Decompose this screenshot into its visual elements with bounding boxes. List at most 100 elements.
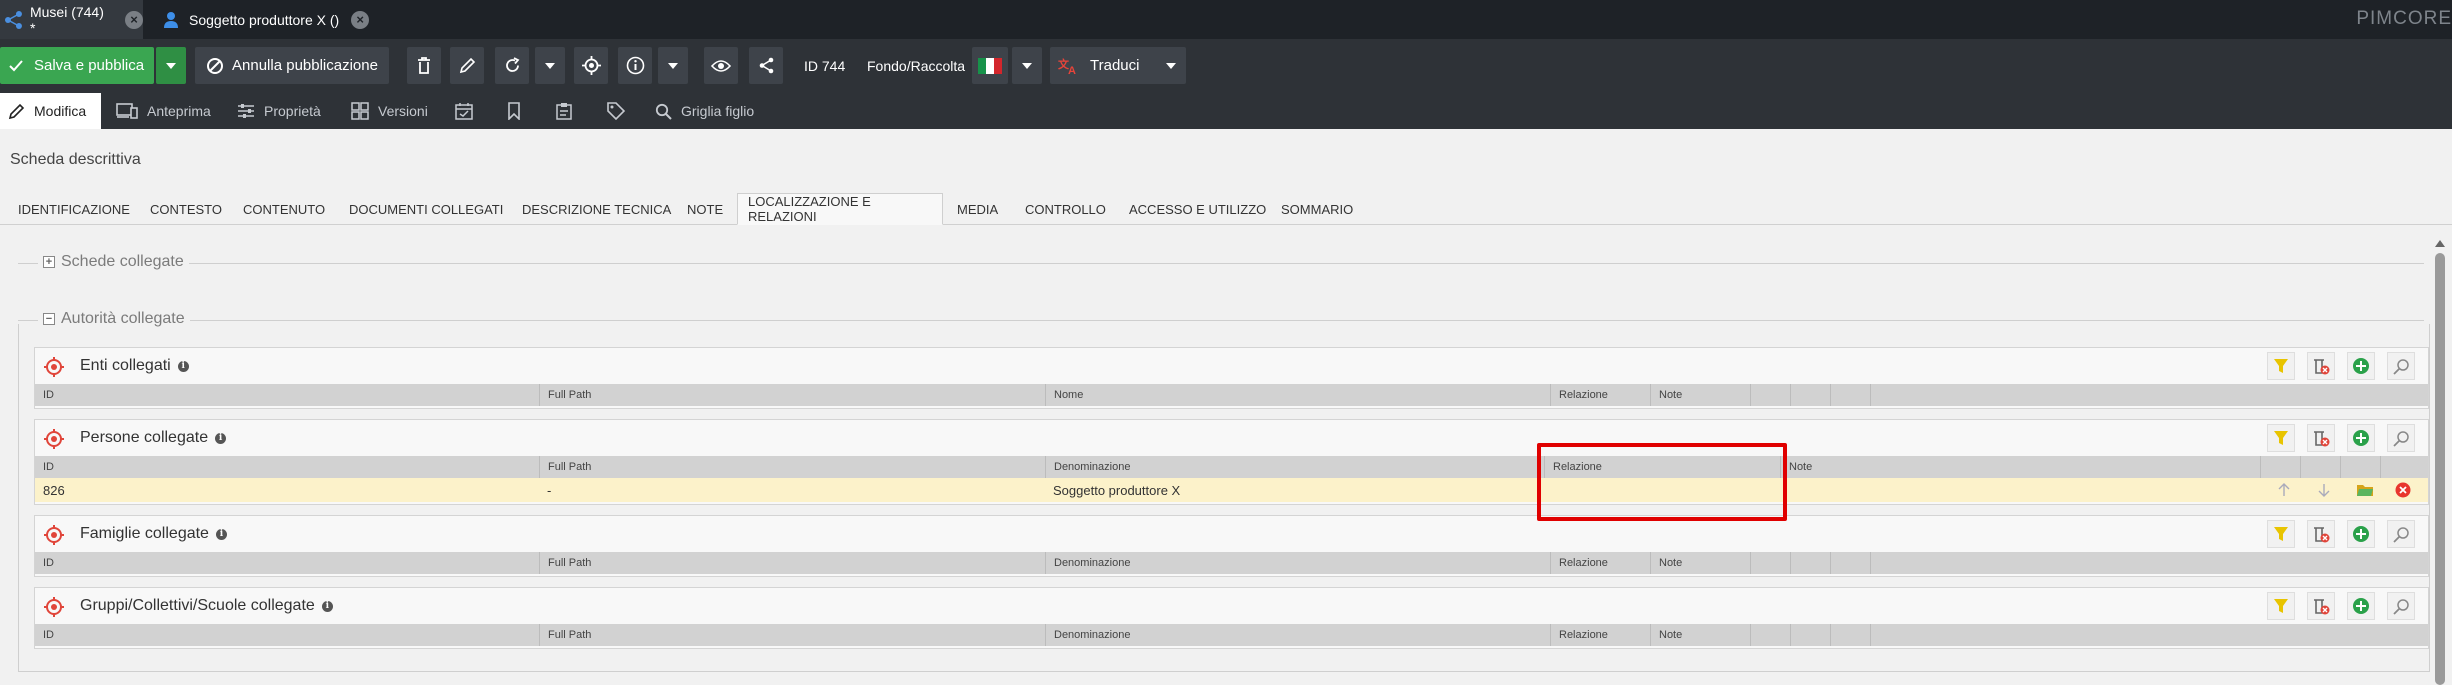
tab-sommario[interactable]: SOMMARIO [1281, 193, 1353, 225]
filter-button[interactable] [2267, 520, 2295, 548]
col-id[interactable]: ID [35, 384, 54, 406]
col-action [1750, 624, 1759, 646]
tab-descrizione-tecnica[interactable]: DESCRIZIONE TECNICA [522, 193, 671, 225]
col-note[interactable]: Note [1650, 384, 1682, 406]
col-denominazione[interactable]: Denominazione [1045, 624, 1130, 646]
save-options-dropdown[interactable] [156, 47, 186, 84]
tab-schedule[interactable] [455, 93, 482, 129]
tab-contenuto[interactable]: CONTENUTO [243, 193, 325, 225]
col-relazione[interactable]: Relazione [1550, 384, 1608, 406]
info-icon[interactable]: i [215, 432, 227, 444]
col-note[interactable]: Note [1650, 624, 1682, 646]
panel-header: Famiglie collegate i [35, 516, 2428, 552]
col-id[interactable]: ID [35, 456, 54, 478]
clear-relations-button[interactable] [2307, 352, 2335, 380]
col-id[interactable]: ID [35, 552, 54, 574]
tab-identificazione[interactable]: IDENTIFICAZIONE [18, 193, 130, 225]
filter-button[interactable] [2267, 424, 2295, 452]
search-relation-button[interactable] [2387, 352, 2415, 380]
open-object-button[interactable] [2348, 478, 2374, 502]
tab-documenti-collegati[interactable]: DOCUMENTI COLLEGATI [349, 193, 503, 225]
clear-relations-button[interactable] [2307, 520, 2335, 548]
scrollbar-thumb[interactable] [2435, 253, 2445, 685]
close-icon[interactable]: × [125, 10, 143, 29]
tab-notes[interactable] [556, 93, 581, 129]
tab-soggetto[interactable]: Soggetto produttore X () × [163, 0, 373, 39]
info-options-dropdown[interactable] [658, 47, 688, 84]
tab-preview[interactable]: Anteprima [116, 93, 211, 129]
rename-button[interactable] [450, 47, 484, 84]
search-relation-button[interactable] [2387, 424, 2415, 452]
tab-tags[interactable] [607, 93, 634, 129]
relation-panel-enti: Enti collegati i ID Full Path Nome Relazi… [34, 347, 2429, 409]
info-icon[interactable]: i [177, 360, 189, 372]
col-full-path[interactable]: Full Path [539, 552, 591, 574]
close-icon[interactable]: × [351, 10, 370, 29]
tab-accesso-utilizzo[interactable]: ACCESSO E UTILIZZO [1129, 193, 1266, 225]
delete-button[interactable] [407, 47, 441, 84]
grid-header: ID Full Path Nome Relazione Note [35, 384, 2428, 406]
col-action [1870, 384, 1879, 406]
check-icon [9, 59, 23, 71]
add-relation-button[interactable] [2347, 520, 2375, 548]
tab-note[interactable]: NOTE [687, 193, 723, 225]
vertical-scrollbar[interactable] [2433, 237, 2447, 685]
add-relation-button[interactable] [2347, 424, 2375, 452]
col-full-path[interactable]: Full Path [539, 384, 591, 406]
filter-button[interactable] [2267, 592, 2295, 620]
clear-relations-button[interactable] [2307, 592, 2335, 620]
trash-clear-icon [2314, 527, 2330, 543]
translate-dropdown[interactable] [1156, 47, 1186, 84]
unpublish-button[interactable]: Annulla pubblicazione [195, 47, 389, 84]
add-relation-button[interactable] [2347, 592, 2375, 620]
move-down-button[interactable] [2310, 478, 2330, 502]
tab-versions[interactable]: Versioni [351, 93, 428, 129]
col-id[interactable]: ID [35, 624, 54, 646]
tab-child-grid[interactable]: Griglia figlio [655, 93, 754, 129]
move-up-button[interactable] [2270, 478, 2290, 502]
search-relation-button[interactable] [2387, 520, 2415, 548]
tab-properties[interactable]: Proprietà [237, 93, 321, 129]
share-button[interactable] [749, 47, 783, 84]
language-flag-button[interactable] [972, 47, 1008, 84]
clear-relations-button[interactable] [2307, 424, 2335, 452]
col-full-path[interactable]: Full Path [539, 624, 591, 646]
remove-relation-button[interactable] [2387, 478, 2411, 502]
tab-bookmark[interactable] [507, 93, 530, 129]
tab-controllo[interactable]: CONTROLLO [1025, 193, 1106, 225]
col-nome[interactable]: Nome [1045, 384, 1083, 406]
col-relazione[interactable]: Relazione [1550, 552, 1608, 574]
col-full-path[interactable]: Full Path [539, 456, 591, 478]
versions-icon [351, 102, 369, 120]
add-relation-button[interactable] [2347, 352, 2375, 380]
col-action [2380, 456, 2389, 478]
col-relazione[interactable]: Relazione [1550, 624, 1608, 646]
cell-id: 826 [43, 482, 65, 498]
col-denominazione[interactable]: Denominazione [1045, 456, 1130, 478]
tab-musei[interactable]: Musei (744) * × [0, 0, 143, 39]
language-dropdown[interactable] [1012, 47, 1042, 84]
search-relation-button[interactable] [2387, 592, 2415, 620]
cell-note[interactable] [1780, 478, 2260, 502]
tab-edit[interactable]: Modifica [0, 93, 101, 129]
share-icon [759, 57, 773, 74]
fieldset-schede-toggle[interactable]: + Schede collegate [38, 253, 189, 271]
info-icon[interactable]: i [321, 600, 333, 612]
panel-header: Enti collegati i [35, 348, 2428, 384]
layout-title: Scheda descrittiva [10, 151, 141, 168]
save-publish-button[interactable]: Salva e pubblica [0, 47, 154, 84]
locate-in-tree-button[interactable] [574, 47, 608, 84]
info-icon[interactable]: i [215, 528, 227, 540]
reload-options-dropdown[interactable] [535, 47, 565, 84]
preview-button[interactable] [704, 47, 738, 84]
tab-contesto[interactable]: CONTESTO [150, 193, 222, 225]
tab-localizzazione-relazioni[interactable]: LOCALIZZAZIONE E RELAZIONI [737, 193, 943, 225]
table-row[interactable]: 826 - Soggetto produttore X [35, 478, 2428, 502]
col-denominazione[interactable]: Denominazione [1045, 552, 1130, 574]
col-note[interactable]: Note [1650, 552, 1682, 574]
filter-button[interactable] [2267, 352, 2295, 380]
filter-icon [2274, 431, 2288, 445]
info-button[interactable] [618, 47, 652, 84]
tab-media[interactable]: MEDIA [957, 193, 998, 225]
reload-button[interactable] [495, 47, 529, 84]
